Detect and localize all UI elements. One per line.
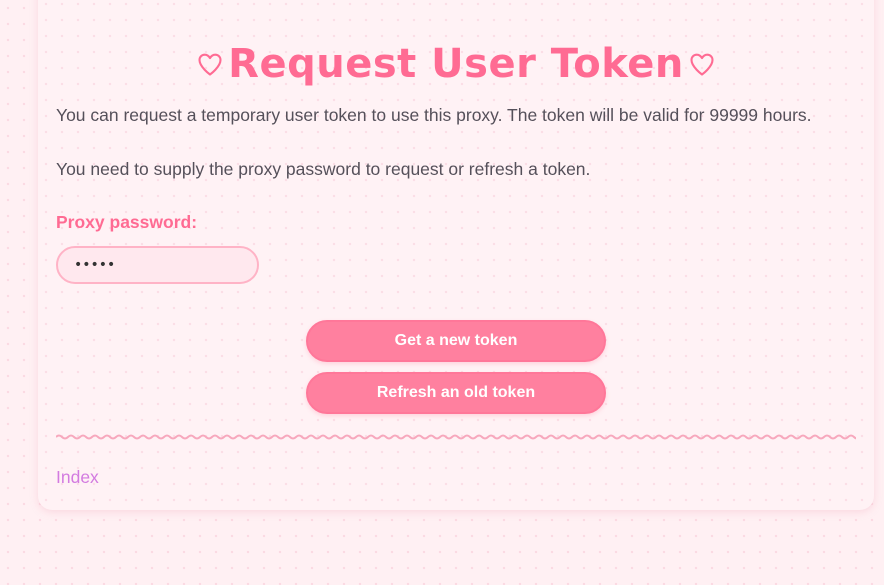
token-card: Request User Token You can request a tem… <box>38 0 874 510</box>
intro-text: You can request a temporary user token t… <box>56 105 812 125</box>
password-label: Proxy password: <box>56 212 198 232</box>
page-title: Request User Token <box>38 38 874 88</box>
password-input[interactable] <box>56 246 259 284</box>
index-link[interactable]: Index <box>56 467 99 488</box>
wavy-divider <box>56 434 856 440</box>
password-note: You need to supply the proxy password to… <box>56 159 591 179</box>
refresh-token-button[interactable]: Refresh an old token <box>306 372 606 414</box>
page-title-text: Request User Token <box>228 41 684 87</box>
heart-icon <box>688 50 716 78</box>
get-new-token-button[interactable]: Get a new token <box>306 320 606 362</box>
heart-icon <box>196 50 224 78</box>
